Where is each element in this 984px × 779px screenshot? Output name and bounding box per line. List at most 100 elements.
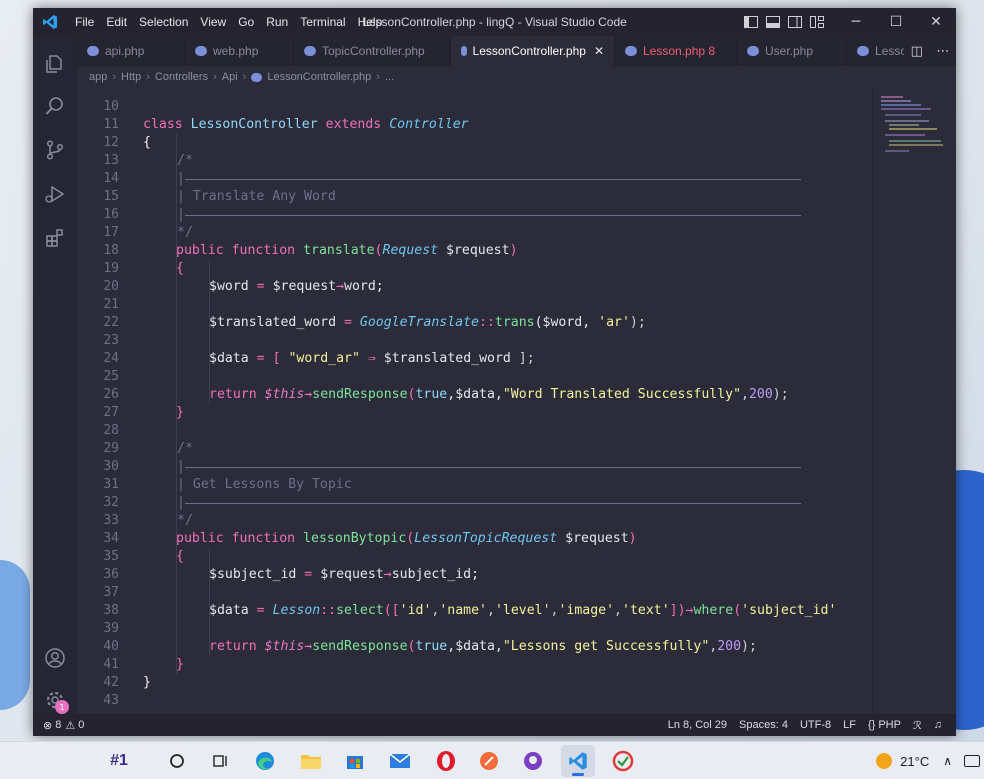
store-icon[interactable] bbox=[338, 745, 372, 777]
menu-view[interactable]: View bbox=[194, 15, 232, 29]
toggle-secondary-sidebar-icon[interactable] bbox=[784, 8, 806, 36]
line-number: 23 bbox=[103, 333, 119, 348]
token-bracket: ]) bbox=[669, 603, 686, 618]
activity-bar: 1 bbox=[33, 36, 77, 714]
extensions-icon[interactable] bbox=[33, 218, 77, 258]
encoding[interactable]: UTF-8 bbox=[800, 719, 831, 731]
tab-close-icon[interactable]: ✕ bbox=[594, 44, 604, 58]
menu-edit[interactable]: Edit bbox=[100, 15, 133, 29]
php-file-icon bbox=[304, 46, 316, 56]
php-file-icon bbox=[857, 46, 869, 56]
breadcrumb-controllers[interactable]: Controllers bbox=[155, 71, 208, 83]
task-view-icon[interactable] bbox=[204, 745, 238, 777]
token-function: sendResponse bbox=[312, 639, 408, 654]
menu-go[interactable]: Go bbox=[232, 15, 260, 29]
problems-indicator[interactable]: ⊗ 8 ⚠ 0 bbox=[33, 719, 84, 732]
code-line-14: | bbox=[177, 171, 185, 186]
source-control-icon[interactable] bbox=[33, 130, 77, 170]
line-number: 42 bbox=[103, 675, 119, 690]
token-brace: { bbox=[143, 135, 151, 150]
widgets-button[interactable]: #1 bbox=[84, 744, 154, 778]
breadcrumb-app[interactable]: app bbox=[89, 71, 107, 83]
line-number: 19 bbox=[103, 261, 119, 276]
code-line-15: | Translate Any Word bbox=[177, 189, 336, 204]
accounts-icon[interactable] bbox=[33, 638, 77, 678]
token-bracket: ([ bbox=[383, 603, 400, 618]
vscode-window: File Edit Selection View Go Run Terminal… bbox=[33, 8, 956, 736]
window-controls: ─ ☐ ✕ bbox=[740, 8, 956, 36]
minimap[interactable] bbox=[872, 88, 956, 714]
token-number: 200 bbox=[748, 387, 773, 402]
search-circle-icon[interactable] bbox=[160, 745, 194, 777]
token-punct: ); bbox=[629, 315, 646, 330]
minimize-icon[interactable]: ─ bbox=[836, 8, 876, 36]
more-actions-icon[interactable]: ⋯ bbox=[936, 44, 949, 59]
token-operator: :: bbox=[479, 315, 495, 330]
toggle-primary-sidebar-icon[interactable] bbox=[740, 8, 762, 36]
code-line-19: { bbox=[176, 261, 184, 276]
line-number: 38 bbox=[103, 603, 119, 618]
token-property: word; bbox=[344, 279, 384, 294]
language-mode[interactable]: {} PHP bbox=[868, 719, 901, 731]
menu-terminal[interactable]: Terminal bbox=[294, 15, 351, 29]
menu-file[interactable]: File bbox=[69, 15, 100, 29]
postman-icon[interactable] bbox=[472, 745, 506, 777]
split-editor-icon[interactable]: ◫ bbox=[911, 44, 923, 59]
vscode-taskbar-icon[interactable] bbox=[561, 745, 595, 777]
notifications-bell-icon[interactable]: ♫ bbox=[934, 719, 942, 731]
explorer-icon[interactable] bbox=[33, 44, 77, 84]
toggle-panel-icon[interactable] bbox=[762, 8, 784, 36]
maximize-icon[interactable]: ☐ bbox=[876, 8, 916, 36]
customize-layout-icon[interactable] bbox=[806, 8, 828, 36]
token-keyword: function bbox=[231, 243, 296, 258]
token-type: Request bbox=[382, 243, 439, 258]
file-explorer-icon[interactable] bbox=[294, 745, 328, 777]
minimap-line bbox=[885, 134, 925, 136]
menu-bar: File Edit Selection View Go Run Terminal… bbox=[69, 15, 388, 29]
code-line-22: $translated_word = GoogleTranslate::tran… bbox=[209, 314, 646, 332]
tasks-check-icon[interactable] bbox=[606, 745, 640, 777]
line-number: 22 bbox=[103, 315, 119, 330]
tab-lesson-controller[interactable]: LessonController.php ✕ bbox=[451, 36, 615, 66]
breadcrumb-symbol[interactable]: ... bbox=[385, 71, 394, 83]
breadcrumb-api[interactable]: Api bbox=[222, 71, 238, 83]
minimap-line bbox=[885, 150, 909, 152]
run-debug-icon[interactable] bbox=[33, 174, 77, 214]
token-operator: = bbox=[256, 603, 265, 618]
feedback-icon[interactable]: ℛ bbox=[913, 719, 922, 732]
search-icon[interactable] bbox=[33, 86, 77, 126]
tab-topic-controller[interactable]: TopicController.php bbox=[294, 36, 451, 66]
indentation[interactable]: Spaces: 4 bbox=[739, 719, 788, 731]
chevron-up-icon[interactable]: ∧ bbox=[943, 754, 952, 768]
minimap-line bbox=[881, 96, 903, 98]
tab-user-php[interactable]: User.php bbox=[737, 36, 847, 66]
breadcrumb-http[interactable]: Http bbox=[121, 71, 141, 83]
line-number-gutter: 10 11 12 13 14 15 16 17 18 19 20 21 22 2… bbox=[77, 88, 121, 714]
weather-temperature[interactable]: 21°C bbox=[900, 754, 929, 769]
code-editor[interactable]: 10 11 12 13 14 15 16 17 18 19 20 21 22 2… bbox=[77, 88, 872, 714]
network-icon[interactable] bbox=[964, 755, 980, 767]
mail-icon[interactable] bbox=[383, 745, 417, 777]
edge-browser-icon[interactable] bbox=[248, 745, 282, 777]
menu-help[interactable]: Help bbox=[352, 15, 389, 29]
editor-tabs: api.php web.php TopicController.php Less… bbox=[77, 36, 956, 66]
opera-browser-icon[interactable] bbox=[429, 745, 463, 777]
cursor-position[interactable]: Ln 8, Col 29 bbox=[668, 719, 727, 731]
code-line-16: | bbox=[177, 207, 185, 222]
line-number: 33 bbox=[103, 513, 119, 528]
close-icon[interactable]: ✕ bbox=[916, 8, 956, 36]
line-number: 21 bbox=[103, 297, 119, 312]
menu-selection[interactable]: Selection bbox=[133, 15, 194, 29]
tab-web-php[interactable]: web.php bbox=[185, 36, 294, 66]
end-of-line[interactable]: LF bbox=[843, 719, 856, 731]
tab-lesson-php[interactable]: Lesson.php 8 bbox=[615, 36, 737, 66]
token-keyword: extends bbox=[325, 117, 382, 132]
github-desktop-icon[interactable] bbox=[516, 745, 550, 777]
line-number: 29 bbox=[103, 441, 119, 456]
code-line-42: } bbox=[143, 675, 151, 690]
token-variable: $subject_id bbox=[209, 567, 297, 582]
menu-run[interactable]: Run bbox=[260, 15, 294, 29]
tab-api-php[interactable]: api.php bbox=[77, 36, 185, 66]
breadcrumb-file[interactable]: LessonController.php bbox=[267, 71, 371, 83]
token-keyword: public bbox=[176, 531, 224, 546]
